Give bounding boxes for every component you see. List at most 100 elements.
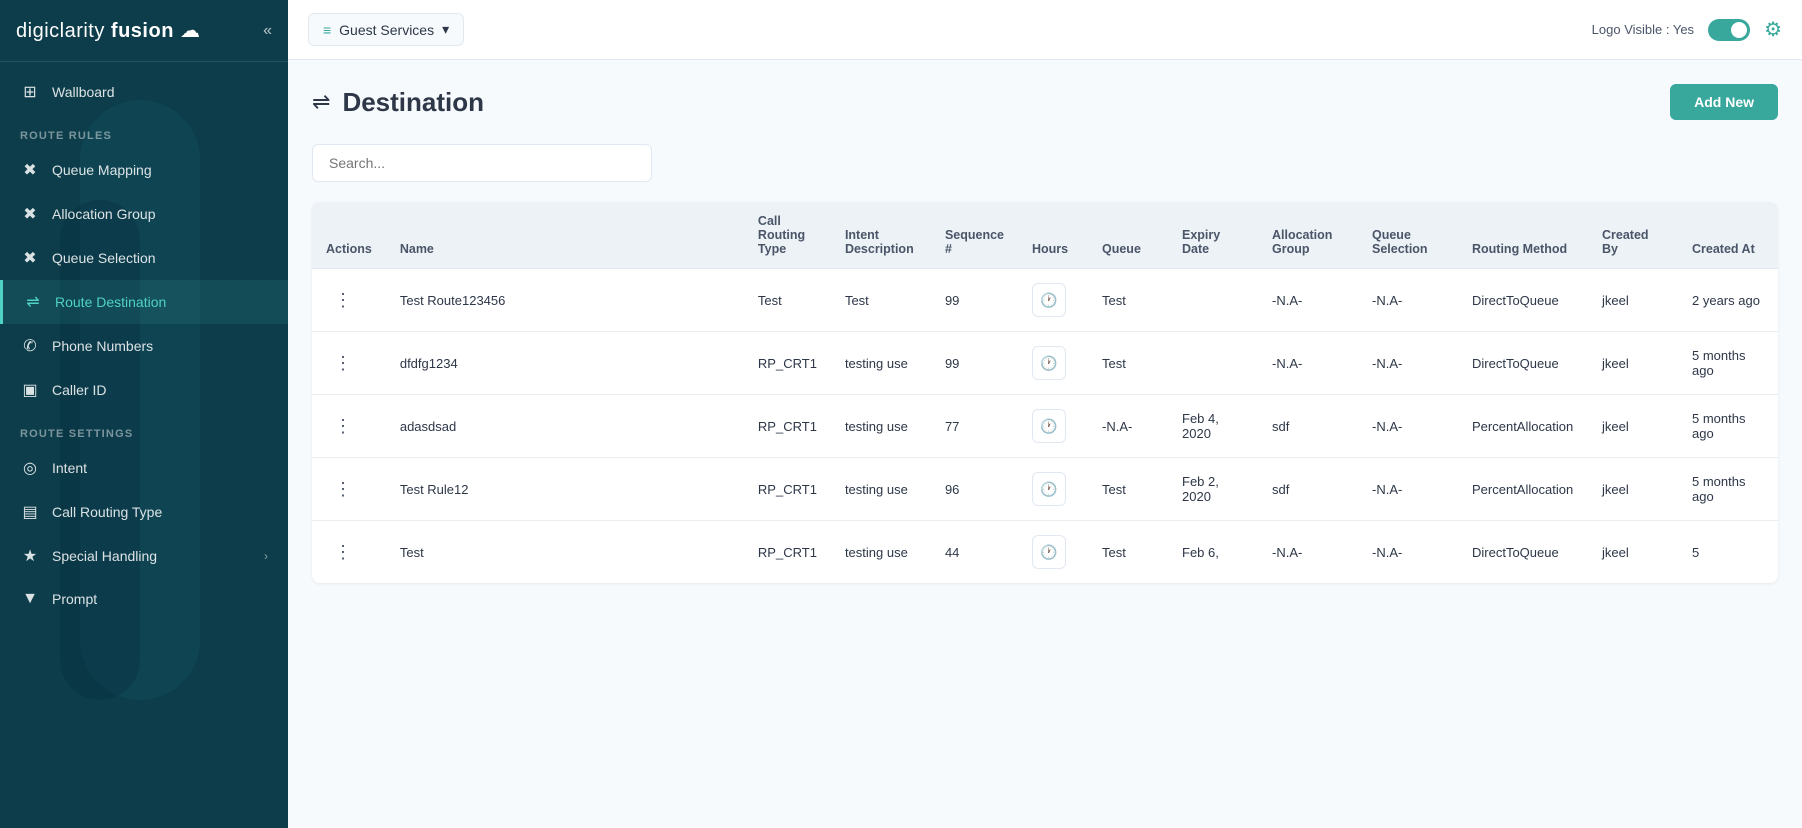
breadcrumb-button[interactable]: ≡ Guest Services ▾	[308, 13, 464, 46]
sidebar-item-special-handling[interactable]: ★ Special Handling ›	[0, 534, 288, 578]
row-sequence: 99	[931, 269, 1018, 332]
row-call-routing-type: Test	[744, 269, 831, 332]
page-title-wrap: ⇌ Destination	[312, 87, 484, 118]
row-routing-method: PercentAllocation	[1458, 458, 1588, 521]
sidebar-item-allocation-group[interactable]: ✖ Allocation Group	[0, 192, 288, 236]
header-allocation-group: Allocation Group	[1258, 202, 1358, 269]
call-routing-type-icon: ▤	[20, 502, 40, 522]
table-row: ⋮ dfdfg1234 RP_CRT1 testing use 99 🕐 Tes…	[312, 332, 1778, 395]
row-expiry-date	[1168, 332, 1258, 395]
row-allocation-group: -N.A-	[1258, 269, 1358, 332]
row-queue-selection: -N.A-	[1358, 332, 1458, 395]
row-hours-button[interactable]: 🕐	[1032, 409, 1066, 443]
header-name: Name	[386, 202, 744, 269]
page-header: ⇌ Destination Add New	[312, 84, 1778, 120]
sidebar-item-label: Intent	[52, 460, 87, 476]
sidebar-item-wallboard[interactable]: ⊞ Wallboard	[0, 70, 288, 114]
row-queue-selection: -N.A-	[1358, 269, 1458, 332]
row-hours-button[interactable]: 🕐	[1032, 346, 1066, 380]
header-created-at: Created At	[1678, 202, 1778, 269]
sidebar-item-prompt[interactable]: ▼ Prompt	[0, 578, 288, 620]
search-bar	[312, 144, 1778, 182]
sidebar-item-label: Queue Mapping	[52, 162, 152, 178]
special-handling-icon: ★	[20, 546, 40, 566]
sidebar-item-label: Call Routing Type	[52, 504, 162, 520]
page-title-icon: ⇌	[312, 89, 330, 115]
row-queue-selection: -N.A-	[1358, 521, 1458, 584]
row-created-by: jkeel	[1588, 332, 1678, 395]
gear-icon[interactable]: ⚙	[1764, 17, 1782, 42]
table-row: ⋮ adasdsad RP_CRT1 testing use 77 🕐 -N.A…	[312, 395, 1778, 458]
route-destination-icon: ⇌	[23, 292, 43, 312]
sidebar-item-intent[interactable]: ◎ Intent	[0, 446, 288, 490]
wallboard-icon: ⊞	[20, 82, 40, 102]
sidebar-collapse-icon[interactable]: «	[263, 22, 272, 40]
prompt-icon: ▼	[20, 590, 40, 608]
logo-visible-toggle[interactable]	[1708, 19, 1750, 41]
row-actions-cell: ⋮	[312, 269, 386, 332]
row-actions-button[interactable]: ⋮	[326, 350, 360, 376]
row-queue-selection: -N.A-	[1358, 395, 1458, 458]
row-hours-cell: 🕐	[1018, 269, 1088, 332]
header-created-by: Created By	[1588, 202, 1678, 269]
table-header-row: Actions Name Call Routing Type Intent De…	[312, 202, 1778, 269]
row-created-at: 5	[1678, 521, 1778, 584]
row-hours-button[interactable]: 🕐	[1032, 283, 1066, 317]
row-allocation-group: -N.A-	[1258, 521, 1358, 584]
row-created-at: 5 months ago	[1678, 395, 1778, 458]
row-name: Test Route123456	[386, 269, 744, 332]
sidebar-item-call-routing-type[interactable]: ▤ Call Routing Type	[0, 490, 288, 534]
sidebar-item-label: Phone Numbers	[52, 338, 153, 354]
row-sequence: 96	[931, 458, 1018, 521]
header-expiry-date: Expiry Date	[1168, 202, 1258, 269]
row-expiry-date: Feb 4, 2020	[1168, 395, 1258, 458]
row-hours-cell: 🕐	[1018, 395, 1088, 458]
allocation-group-icon: ✖	[20, 204, 40, 224]
row-actions-cell: ⋮	[312, 332, 386, 395]
sidebar-item-queue-mapping[interactable]: ✖ Queue Mapping	[0, 148, 288, 192]
sidebar-item-label: Allocation Group	[52, 206, 156, 222]
breadcrumb-arrow-icon: ▾	[442, 21, 449, 38]
topbar-right: Logo Visible : Yes ⚙	[1592, 17, 1782, 42]
row-hours-cell: 🕐	[1018, 458, 1088, 521]
row-actions-button[interactable]: ⋮	[326, 413, 360, 439]
header-hours: Hours	[1018, 202, 1088, 269]
sidebar-item-phone-numbers[interactable]: ✆ Phone Numbers	[0, 324, 288, 368]
row-expiry-date	[1168, 269, 1258, 332]
row-intent-description: Test	[831, 269, 931, 332]
sidebar-item-route-destination[interactable]: ⇌ Route Destination	[0, 280, 288, 324]
main-content: ⇌ Destination Add New Actions Name Call …	[288, 60, 1802, 828]
row-name: Test Rule12	[386, 458, 744, 521]
row-hours-cell: 🕐	[1018, 332, 1088, 395]
sidebar-item-label: Queue Selection	[52, 250, 156, 266]
row-queue: Test	[1088, 332, 1168, 395]
table-row: ⋮ Test RP_CRT1 testing use 44 🕐 Test Feb…	[312, 521, 1778, 584]
row-hours-button[interactable]: 🕐	[1032, 535, 1066, 569]
row-allocation-group: sdf	[1258, 395, 1358, 458]
row-queue: Test	[1088, 458, 1168, 521]
row-actions-cell: ⋮	[312, 521, 386, 584]
search-input[interactable]	[312, 144, 652, 182]
row-actions-cell: ⋮	[312, 458, 386, 521]
sidebar-item-caller-id[interactable]: ▣ Caller ID	[0, 368, 288, 412]
header-intent: Intent Description	[831, 202, 931, 269]
row-allocation-group: sdf	[1258, 458, 1358, 521]
row-sequence: 44	[931, 521, 1018, 584]
queue-selection-icon: ✖	[20, 248, 40, 268]
sidebar-item-queue-selection[interactable]: ✖ Queue Selection	[0, 236, 288, 280]
table-row: ⋮ Test Rule12 RP_CRT1 testing use 96 🕐 T…	[312, 458, 1778, 521]
logo-visible-label: Logo Visible : Yes	[1592, 22, 1694, 37]
header-queue-selection: Queue Selection	[1358, 202, 1458, 269]
row-call-routing-type: RP_CRT1	[744, 458, 831, 521]
row-actions-button[interactable]: ⋮	[326, 287, 360, 313]
row-actions-button[interactable]: ⋮	[326, 539, 360, 565]
row-expiry-date: Feb 6,	[1168, 521, 1258, 584]
row-created-at: 5 months ago	[1678, 332, 1778, 395]
breadcrumb-icon: ≡	[323, 22, 331, 38]
row-actions-button[interactable]: ⋮	[326, 476, 360, 502]
row-created-by: jkeel	[1588, 395, 1678, 458]
page-title: Destination	[342, 87, 484, 118]
add-new-button[interactable]: Add New	[1670, 84, 1778, 120]
row-hours-button[interactable]: 🕐	[1032, 472, 1066, 506]
table-body: ⋮ Test Route123456 Test Test 99 🕐 Test -…	[312, 269, 1778, 584]
